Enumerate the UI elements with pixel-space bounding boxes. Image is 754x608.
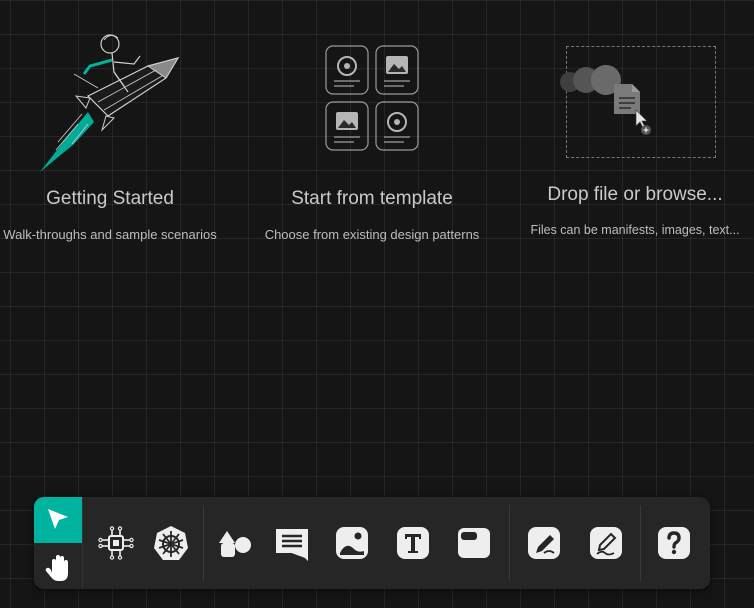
toolbar-divider [203,505,204,581]
template-title: Start from template [291,188,453,209]
getting-started-card[interactable]: Getting Started Walk-throughs and sample… [0,20,230,250]
component-chip-icon [98,526,134,560]
rocket-illustration-icon [40,34,180,172]
template-card[interactable]: Start from template Choose from existing… [252,20,492,250]
section-tool-button[interactable] [454,523,494,563]
drop-file-subtitle: Files can be manifests, images, text... [530,223,740,237]
help-tool-button[interactable] [654,523,694,563]
pencil-icon [590,527,622,559]
design-toolbar [34,497,710,589]
toolbar-divider [640,505,641,581]
cursor-arrow-icon [48,509,68,529]
text-t-icon [397,527,429,559]
kubernetes-tool-button[interactable] [151,523,191,563]
pan-tool-button[interactable] [34,543,82,589]
shapes-tool-button[interactable] [215,523,255,563]
question-mark-icon [658,527,690,559]
image-icon [336,527,368,559]
pointer-tool-group [34,497,83,589]
pen-tool-button[interactable] [524,523,564,563]
comment-tool-button[interactable] [272,523,312,563]
hand-icon [45,555,68,581]
template-grid-icon [325,45,419,151]
text-tool-button[interactable] [393,523,433,563]
getting-started-subtitle: Walk-throughs and sample scenarios [3,227,217,242]
select-tool-button[interactable] [34,497,82,543]
template-subtitle: Choose from existing design patterns [264,227,480,242]
drop-file-card[interactable]: Drop file or browse... Files can be mani… [510,20,754,250]
image-tool-button[interactable] [332,523,372,563]
file-upload-icon [560,65,651,135]
getting-started-title: Getting Started [46,188,174,209]
toolbar-divider [509,505,510,581]
shapes-icon [219,531,251,557]
comment-icon [276,529,308,561]
pencil-tool-button[interactable] [586,523,626,563]
pen-icon [528,527,560,559]
components-tool-button[interactable] [96,523,136,563]
drop-file-title: Drop file or browse... [547,184,723,205]
section-frame-icon [458,528,490,558]
kubernetes-wheel-icon [154,526,188,560]
